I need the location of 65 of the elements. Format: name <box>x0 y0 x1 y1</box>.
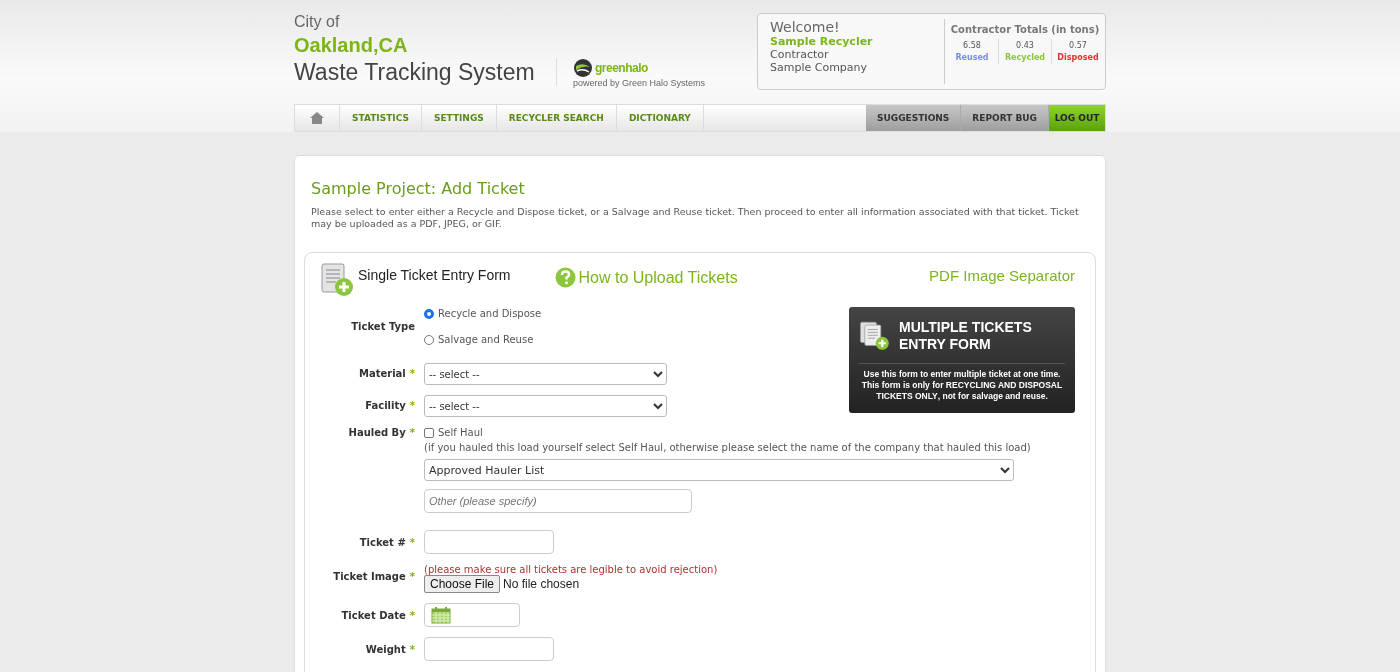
date-field[interactable] <box>424 603 520 627</box>
input-field[interactable]: Other (please specify) <box>424 489 692 513</box>
nav-link[interactable]: SETTINGS <box>421 105 497 131</box>
radio-label: Recycle and Dispose <box>438 308 542 319</box>
input-field[interactable] <box>424 530 554 554</box>
field-label: Ticket Date <box>341 610 406 621</box>
field-label: Hauled By <box>348 427 406 438</box>
total-label: Reused <box>954 53 990 62</box>
select-field[interactable]: -- select -- <box>424 363 667 385</box>
city-prefix: City of <box>294 13 341 31</box>
banner-text: Use this form to enter multiple ticket at one time. This form is only for RECYCLING AND DISPOSAL TICKETS ONLY, not for salvage and reuse. <box>860 369 1064 402</box>
calendar-icon <box>431 606 451 624</box>
form-title: Single Ticket Entry Form <box>358 267 511 283</box>
radio-button[interactable] <box>424 308 434 319</box>
nav-link[interactable]: DICTIONARY <box>616 105 704 131</box>
intro-text: Please select to enter either a Recycle and Dispose ticket, or a Salvage and Reuse ticket. Then proceed to enter all information associated with that ticket. Ticket may be uploaded as a PDF, JPEG, or GIF. <box>311 206 1080 230</box>
field-label: Ticket Type <box>351 321 415 332</box>
hauler-select[interactable]: Approved Hauler List <box>424 459 1014 481</box>
radio-label: Salvage and Reuse <box>438 334 534 345</box>
company-name: Sample Company <box>770 61 869 74</box>
total-value: 6.58 <box>962 41 982 50</box>
field-label: Weight <box>365 644 406 655</box>
checkbox-label: Self Haul <box>438 427 483 438</box>
nav-link[interactable]: STATISTICS <box>340 105 422 131</box>
required-mark: * <box>409 427 415 438</box>
brand-tagline: powered by Green Halo Systems <box>573 78 706 88</box>
required-mark: * <box>409 537 415 548</box>
choose-file-button[interactable]: Choose File <box>424 575 501 593</box>
field-label: Facility <box>365 400 406 411</box>
brand-name: greenhalo <box>595 61 648 75</box>
required-mark: * <box>409 571 415 582</box>
system-title: Waste Tracking System <box>294 59 536 86</box>
total-label: Disposed <box>1056 53 1100 62</box>
city-name: Oakland,CA <box>294 34 409 57</box>
user-role: Contractor <box>770 48 830 61</box>
checkbox[interactable] <box>424 427 434 438</box>
document-plus-icon <box>320 263 354 297</box>
house-icon <box>309 111 325 125</box>
field-label: Material <box>358 368 406 379</box>
field-label: Ticket Image <box>333 571 406 582</box>
select-field[interactable]: -- select -- <box>424 395 667 417</box>
page-title: Sample Project: Add Ticket <box>311 179 526 198</box>
hint-text: (if you hauled this load yourself select Self Haul, otherwise please select the name of the company that hauled this load) <box>424 442 1031 453</box>
file-status: No file chosen <box>503 577 580 591</box>
nav-link[interactable]: RECYCLER SEARCH <box>496 105 617 131</box>
multiple-tickets-banner[interactable]: MULTIPLE TICKETS ENTRY FORM Use this form to enter multiple ticket at one time. This form is only for RECYCLING AND DISPOSAL TICKETS ONLY, not for salvage and reuse. <box>849 307 1075 413</box>
total-value: 0.43 <box>1015 41 1035 50</box>
logout-button[interactable]: LOG OUT <box>1049 105 1105 131</box>
help-icon <box>554 267 576 288</box>
welcome-text: Welcome! <box>770 19 841 35</box>
globe-logo-icon <box>573 58 593 78</box>
total-value: 0.57 <box>1068 41 1088 50</box>
totals-title: Contractor Totals (in tons) <box>949 24 1101 35</box>
banner-title: MULTIPLE TICKETS ENTRY FORM <box>899 319 1033 353</box>
input-field[interactable] <box>424 637 554 661</box>
required-mark: * <box>409 400 415 411</box>
nav-button[interactable]: SUGGESTIONS <box>865 105 962 131</box>
total-label: Recycled <box>1003 53 1047 62</box>
required-mark: * <box>409 610 415 621</box>
required-mark: * <box>409 368 415 379</box>
nav-button[interactable]: REPORT BUG <box>961 105 1049 131</box>
warning-text: (please make sure all tickets are legible to avoid rejection) <box>424 564 718 575</box>
user-name: Sample Recycler <box>770 35 874 48</box>
field-label: Ticket # <box>359 537 406 548</box>
required-mark: * <box>409 644 415 655</box>
